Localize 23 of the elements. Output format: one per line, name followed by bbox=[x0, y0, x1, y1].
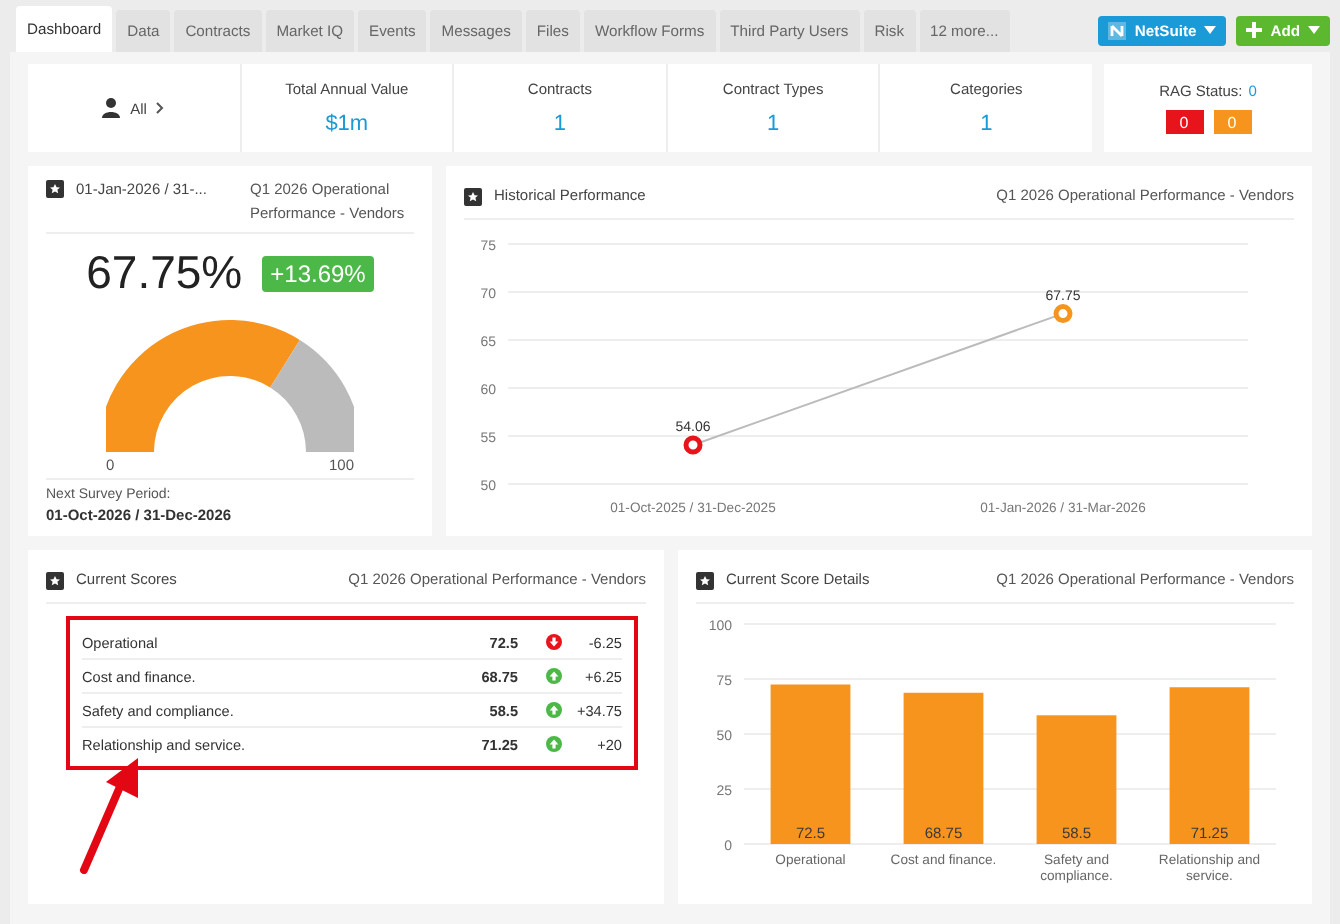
person-icon bbox=[102, 98, 121, 118]
up-arrow-icon bbox=[546, 702, 562, 718]
caret-icon bbox=[1204, 26, 1217, 34]
up-arrow-icon bbox=[546, 736, 562, 752]
down-arrow-icon bbox=[546, 634, 562, 650]
plus-icon bbox=[1246, 22, 1263, 38]
logo-icon bbox=[1108, 21, 1127, 39]
stat-value[interactable]: 1 bbox=[980, 112, 993, 136]
bar bbox=[1036, 715, 1117, 844]
up-arrow-icon bbox=[546, 668, 562, 684]
caret-icon bbox=[1308, 26, 1320, 34]
gauge-track bbox=[270, 340, 354, 452]
data-point bbox=[683, 435, 703, 455]
stat-value[interactable]: $1m bbox=[325, 112, 369, 136]
data-point bbox=[1053, 304, 1073, 324]
stat-value[interactable]: 1 bbox=[767, 112, 780, 136]
stat-value[interactable]: 1 bbox=[553, 112, 567, 136]
rag-badge: 0 bbox=[1213, 110, 1251, 134]
score-value: 67.75% bbox=[86, 246, 243, 300]
star-icon bbox=[46, 178, 66, 198]
chevron-icon bbox=[156, 102, 165, 114]
rag-badge: 0 bbox=[1165, 110, 1203, 134]
change-badge: +13.69% bbox=[262, 255, 374, 291]
